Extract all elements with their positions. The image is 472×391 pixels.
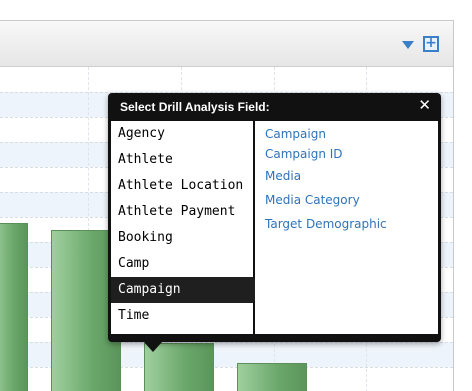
chart-bar[interactable] xyxy=(0,223,28,391)
list-item-campaign[interactable]: Campaign xyxy=(111,277,262,303)
drill-subfield-list: Campaign Campaign ID Media Media Categor… xyxy=(255,121,438,334)
list-item-athlete[interactable]: Athlete xyxy=(111,147,253,173)
list-item-label: Campaign xyxy=(118,282,181,297)
chart-bar[interactable] xyxy=(237,363,307,391)
chevron-down-icon[interactable] xyxy=(402,41,414,49)
drill-analysis-popup: Select Drill Analysis Field: ✕ Agency At… xyxy=(108,93,441,342)
list-item-booking[interactable]: Booking xyxy=(111,225,253,251)
subfield-link-media-category[interactable]: Media Category xyxy=(265,191,360,209)
subfield-link-target-demographic[interactable]: Target Demographic xyxy=(265,215,387,233)
list-item-agency[interactable]: Agency xyxy=(111,121,253,147)
subfield-link-campaign[interactable]: Campaign xyxy=(265,125,326,143)
subfield-link-media[interactable]: Media xyxy=(265,167,301,185)
expand-plus-icon[interactable]: + xyxy=(423,36,439,52)
list-item-time[interactable]: Time xyxy=(111,303,253,329)
panel-header: + xyxy=(0,21,453,67)
list-item-camp[interactable]: Camp xyxy=(111,251,253,277)
popup-pointer xyxy=(144,342,162,352)
list-item-athlete-payment[interactable]: Athlete Payment xyxy=(111,199,253,225)
drill-field-list: Agency Athlete Athlete Location Athlete … xyxy=(111,121,262,334)
subfield-link-campaign-id[interactable]: Campaign ID xyxy=(265,145,343,163)
popup-title: Select Drill Analysis Field: xyxy=(120,100,270,114)
list-item-athlete-location[interactable]: Athlete Location xyxy=(111,173,253,199)
close-icon[interactable]: ✕ xyxy=(418,96,431,114)
